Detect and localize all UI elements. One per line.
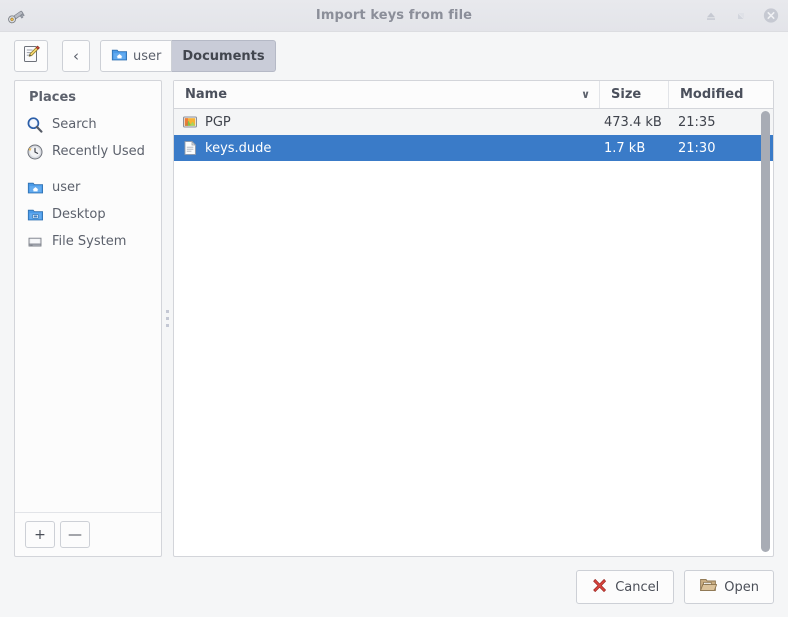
places-list: Search Recently Used user Desktop File S… xyxy=(15,111,161,512)
column-label: Modified xyxy=(680,87,744,102)
file-list-pane: Name ∨ Size Modified PGP 473.4 kB 21:35 … xyxy=(173,80,774,557)
home-folder-icon xyxy=(111,46,128,67)
file-list-scrollbar[interactable] xyxy=(761,111,770,552)
import-keys-dialog: Import keys from file ‹ user Documents P… xyxy=(0,0,788,617)
sidebar-item-label: user xyxy=(52,180,81,195)
window-title: Import keys from file xyxy=(315,8,473,23)
maximize-button[interactable] xyxy=(733,8,749,24)
pane-splitter[interactable] xyxy=(162,80,173,557)
desktop-folder-icon xyxy=(26,206,44,224)
places-toolbar: + — xyxy=(15,512,161,556)
sidebar-item-user[interactable]: user xyxy=(15,174,161,201)
file-name-cell: PGP xyxy=(174,114,600,130)
table-row[interactable]: keys.dude 1.7 kB 21:30 xyxy=(174,135,773,161)
file-size: 1.7 kB xyxy=(604,140,646,156)
pathbar: ‹ user Documents xyxy=(0,32,788,80)
close-button[interactable] xyxy=(763,8,779,24)
back-button[interactable]: ‹ xyxy=(62,40,90,72)
titlebar: Import keys from file xyxy=(0,0,788,32)
chevron-left-icon: ‹ xyxy=(73,47,79,65)
breadcrumb: user Documents xyxy=(100,40,276,72)
column-header-name[interactable]: Name ∨ xyxy=(174,81,600,108)
column-label: Name xyxy=(185,87,228,102)
table-row[interactable]: PGP 473.4 kB 21:35 xyxy=(174,109,773,135)
sidebar-item-search[interactable]: Search xyxy=(15,111,161,138)
search-icon xyxy=(26,116,44,134)
add-place-button[interactable]: + xyxy=(25,521,55,548)
open-button[interactable]: Open xyxy=(684,570,774,604)
file-list-rows: PGP 473.4 kB 21:35 keys.dude 1.7 kB 21:3… xyxy=(174,109,773,556)
sidebar-item-file-system[interactable]: File System xyxy=(15,228,161,255)
column-header-size[interactable]: Size xyxy=(600,81,669,108)
open-folder-icon xyxy=(699,576,718,598)
column-header-modified[interactable]: Modified xyxy=(669,81,773,108)
key-icon xyxy=(6,5,28,27)
remove-place-button[interactable]: — xyxy=(60,521,90,548)
sidebar-item-recently-used[interactable]: Recently Used xyxy=(15,138,161,165)
sidebar-item-label: Desktop xyxy=(52,207,106,222)
file-name: keys.dude xyxy=(205,140,272,156)
dialog-body: Places Search Recently Used user Desktop… xyxy=(0,80,788,557)
red-x-icon xyxy=(591,577,608,598)
cancel-label: Cancel xyxy=(615,579,660,595)
edit-pencil-icon xyxy=(21,44,41,68)
places-sidebar: Places Search Recently Used user Desktop… xyxy=(14,80,162,557)
column-label: Size xyxy=(611,87,642,102)
image-file-icon xyxy=(182,114,198,130)
file-modified: 21:35 xyxy=(678,114,716,130)
file-modified: 21:30 xyxy=(678,140,716,156)
text-document-icon xyxy=(182,140,198,156)
plus-icon: + xyxy=(34,526,46,543)
file-name-cell: keys.dude xyxy=(174,140,600,156)
type-location-button[interactable] xyxy=(14,40,48,72)
breadcrumb-label: user xyxy=(133,48,162,64)
dialog-footer: Cancel Open xyxy=(0,557,788,617)
sidebar-item-label: File System xyxy=(52,234,127,249)
breadcrumb-label: Documents xyxy=(182,48,265,64)
scrollbar-thumb[interactable] xyxy=(761,111,770,552)
breadcrumb-item-user[interactable]: user xyxy=(100,40,173,72)
breadcrumb-item-documents[interactable]: Documents xyxy=(172,40,276,72)
chevron-down-icon: ∨ xyxy=(581,88,590,101)
places-header: Places xyxy=(29,90,77,105)
home-folder-icon xyxy=(26,179,44,197)
minus-icon: — xyxy=(68,526,82,543)
file-list-header: Name ∨ Size Modified xyxy=(174,81,773,109)
open-label: Open xyxy=(724,579,759,595)
file-name: PGP xyxy=(205,114,231,130)
window-controls xyxy=(703,8,779,24)
sidebar-item-label: Recently Used xyxy=(52,144,145,159)
recent-clock-icon xyxy=(26,143,44,161)
harddrive-icon xyxy=(26,233,44,251)
cancel-button[interactable]: Cancel xyxy=(576,570,675,604)
splitter-handle-icon xyxy=(166,310,169,327)
sidebar-item-label: Search xyxy=(52,117,97,132)
sidebar-item-desktop[interactable]: Desktop xyxy=(15,201,161,228)
file-size: 473.4 kB xyxy=(604,114,662,130)
minimize-button[interactable] xyxy=(703,8,719,24)
